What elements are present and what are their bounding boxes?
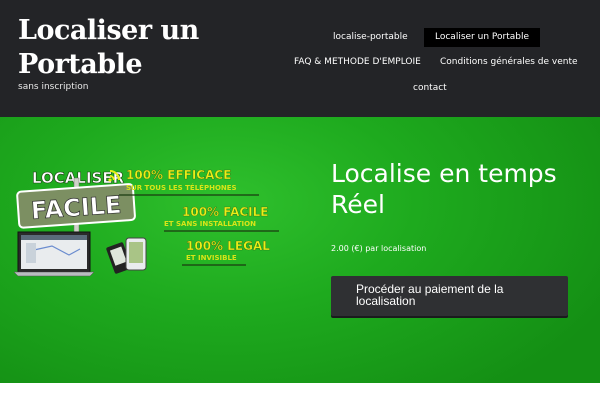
claim-1-headline: 100% EFFICACE <box>126 168 231 182</box>
claim-2-sub: ET SANS INSTALLATION <box>164 220 256 228</box>
site-title[interactable]: Localiser un Portable <box>18 14 248 82</box>
phone-icon <box>106 237 147 274</box>
nav-item-faq[interactable]: FAQ & METHODE D'EMPLOIE <box>294 53 421 72</box>
page-bottom-band <box>0 383 600 400</box>
site-header: Localiser un Portable sans inscription l… <box>0 0 600 117</box>
nav-item-contact[interactable]: contact <box>413 79 447 98</box>
nav-item-localise-portable[interactable]: localise-portable <box>333 28 408 47</box>
laptop-icon <box>14 231 95 277</box>
promo-banner-image: LOCALISER FACILE 100% EFFICACE SUR TOUS … <box>14 168 279 277</box>
site-tagline: sans inscription <box>18 82 89 92</box>
price-text: 2.00 (€) par localisation <box>331 244 427 253</box>
hero-title: Localise en temps Réel <box>331 159 557 219</box>
pay-button[interactable]: Procéder au paiement de la localisation <box>331 276 568 316</box>
claim-3-headline: 100% LEGAL <box>186 239 270 253</box>
nav-item-conditions[interactable]: Conditions générales de vente <box>440 53 578 72</box>
claim-3-sub: ET INVISIBLE <box>186 254 237 262</box>
nav-item-localiser-un-portable[interactable]: Localiser un Portable <box>424 28 540 47</box>
claim-2-headline: 100% FACILE <box>182 205 268 219</box>
claim-1-sub: SUR TOUS LES TÉLÉPHONES <box>126 183 237 192</box>
